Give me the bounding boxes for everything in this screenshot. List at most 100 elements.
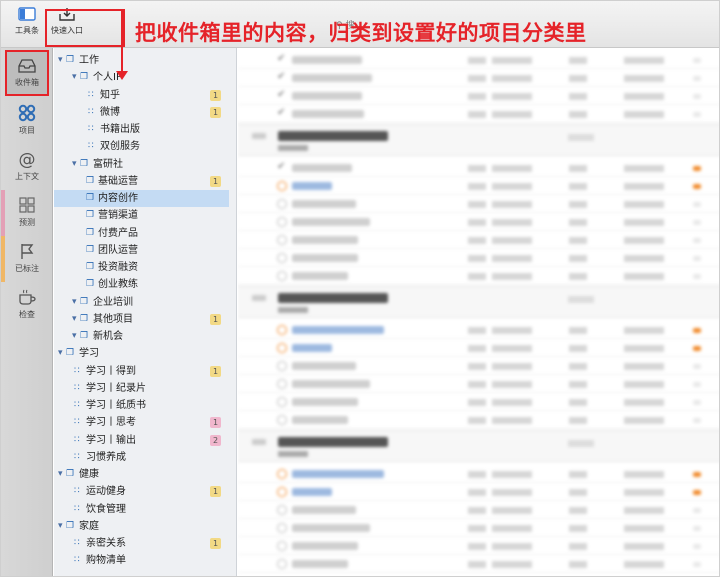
task-checkbox[interactable]: ✔ [277, 107, 287, 118]
flag-icon[interactable] [693, 562, 701, 567]
flag-icon[interactable] [693, 400, 701, 405]
tree-folder[interactable]: ▾ ❐ 其他项目 1 [54, 311, 229, 328]
rail-inbox[interactable]: 收件箱 [5, 50, 49, 96]
task-checkbox[interactable] [277, 379, 287, 389]
tree-folder[interactable]: ▾ ❐ 家庭 [54, 518, 229, 535]
task-row[interactable] [238, 484, 719, 501]
task-group-header[interactable] [238, 286, 719, 318]
tree-project[interactable]: ∷ 学习丨纪录片 [54, 380, 229, 397]
task-row[interactable] [238, 556, 719, 573]
flag-icon[interactable] [693, 508, 701, 513]
task-group-header[interactable] [238, 124, 719, 156]
tree-folder[interactable]: ❐ 投资融资 [54, 259, 229, 276]
tree-project[interactable]: ∷ 知乎 1 [54, 87, 229, 104]
flag-icon[interactable] [693, 166, 701, 171]
task-checkbox[interactable]: ✔ [277, 89, 287, 100]
task-row[interactable] [238, 538, 719, 555]
tree-project[interactable]: ∷ 习惯养成 [54, 449, 229, 466]
task-checkbox[interactable]: ✔ [277, 71, 287, 82]
task-checkbox[interactable]: ✔ [277, 161, 287, 172]
task-group-header[interactable] [238, 430, 719, 462]
task-row[interactable] [238, 412, 719, 429]
tree-project[interactable]: ∷ 学习丨纸质书 [54, 397, 229, 414]
tree-folder[interactable]: ▾ ❐ 学习 [54, 345, 229, 362]
tree-folder[interactable]: ▾ ❐ 工作 [54, 52, 229, 69]
task-checkbox[interactable] [277, 343, 287, 353]
task-checkbox[interactable] [277, 235, 287, 245]
task-checkbox[interactable] [277, 523, 287, 533]
task-checkbox[interactable] [277, 217, 287, 227]
task-row[interactable] [238, 358, 719, 375]
task-checkbox[interactable] [277, 361, 287, 371]
flag-icon[interactable] [693, 184, 701, 189]
task-row[interactable]: ✔ [238, 88, 719, 105]
flag-icon[interactable] [693, 472, 701, 477]
task-row[interactable]: ✔ [238, 160, 719, 177]
task-row[interactable] [238, 520, 719, 537]
task-row[interactable] [238, 196, 719, 213]
task-checkbox[interactable] [277, 415, 287, 425]
task-checkbox[interactable] [277, 505, 287, 515]
flag-icon[interactable] [693, 382, 701, 387]
task-checkbox[interactable] [277, 325, 287, 335]
task-checkbox[interactable] [277, 253, 287, 263]
task-row[interactable] [238, 232, 719, 249]
flag-icon[interactable] [693, 202, 701, 207]
rail-contexts[interactable]: @ 上下文 [5, 144, 49, 190]
flag-icon[interactable] [693, 274, 701, 279]
tree-project[interactable]: ∷ 饮食管理 [54, 501, 229, 518]
task-checkbox[interactable] [277, 199, 287, 209]
rail-projects[interactable]: 项目 [5, 98, 49, 144]
task-row[interactable] [238, 502, 719, 519]
flag-icon[interactable] [693, 490, 701, 495]
rail-flagged[interactable]: 已标注 [5, 236, 49, 282]
tree-folder[interactable]: ❐ 营销渠道 [54, 207, 229, 224]
toolbox-button[interactable]: 工具条 [7, 5, 47, 36]
task-row[interactable] [238, 250, 719, 267]
flag-icon[interactable] [693, 544, 701, 549]
task-checkbox[interactable] [277, 487, 287, 497]
flag-icon[interactable] [693, 328, 701, 333]
task-checkbox[interactable] [277, 541, 287, 551]
flag-icon[interactable] [693, 112, 701, 117]
tree-project[interactable]: ∷ 运动健身 1 [54, 483, 229, 500]
flag-icon[interactable] [693, 220, 701, 225]
task-row[interactable]: ✔ [238, 106, 719, 123]
task-checkbox[interactable] [277, 181, 287, 191]
flag-icon[interactable] [693, 346, 701, 351]
task-row[interactable] [238, 322, 719, 339]
tree-project[interactable]: ∷ 学习丨思考 1 [54, 414, 229, 431]
tree-project[interactable]: ∷ 微博 1 [54, 104, 229, 121]
task-row[interactable] [238, 394, 719, 411]
flag-icon[interactable] [693, 238, 701, 243]
task-checkbox[interactable]: ✔ [277, 53, 287, 64]
task-checkbox[interactable] [277, 469, 287, 479]
task-row[interactable] [238, 340, 719, 357]
flag-icon[interactable] [693, 526, 701, 531]
tree-folder[interactable]: ❐ 创业教练 [54, 276, 229, 293]
task-row[interactable] [238, 268, 719, 285]
flag-icon[interactable] [693, 364, 701, 369]
task-row[interactable] [238, 178, 719, 195]
flag-icon[interactable] [693, 94, 701, 99]
tree-folder[interactable]: ❐ 付费产品 [54, 225, 229, 242]
flag-icon[interactable] [693, 256, 701, 261]
flag-icon[interactable] [693, 58, 701, 63]
tree-folder[interactable]: ❐ 基础运营 1 [54, 173, 229, 190]
tree-folder[interactable]: ❐ 内容创作 [54, 190, 229, 207]
tree-project[interactable]: ∷ 学习丨得到 1 [54, 363, 229, 380]
rail-forecast[interactable]: 预测 [5, 190, 49, 236]
tree-project[interactable]: ∷ 书籍出版 [54, 121, 229, 138]
task-row[interactable]: ✔ [238, 52, 719, 69]
tree-project[interactable]: ∷ 购物清单 [54, 552, 229, 569]
task-checkbox[interactable] [277, 271, 287, 281]
tree-folder[interactable]: ▾ ❐ 企业培训 [54, 294, 229, 311]
tree-project[interactable]: ∷ 学习丨输出 2 [54, 432, 229, 449]
task-row[interactable] [238, 376, 719, 393]
tree-project[interactable]: ∷ 双创服务 [54, 138, 229, 155]
task-row[interactable] [238, 466, 719, 483]
flag-icon[interactable] [693, 418, 701, 423]
task-checkbox[interactable] [277, 397, 287, 407]
tree-folder[interactable]: ❐ 团队运营 [54, 242, 229, 259]
flag-icon[interactable] [693, 76, 701, 81]
